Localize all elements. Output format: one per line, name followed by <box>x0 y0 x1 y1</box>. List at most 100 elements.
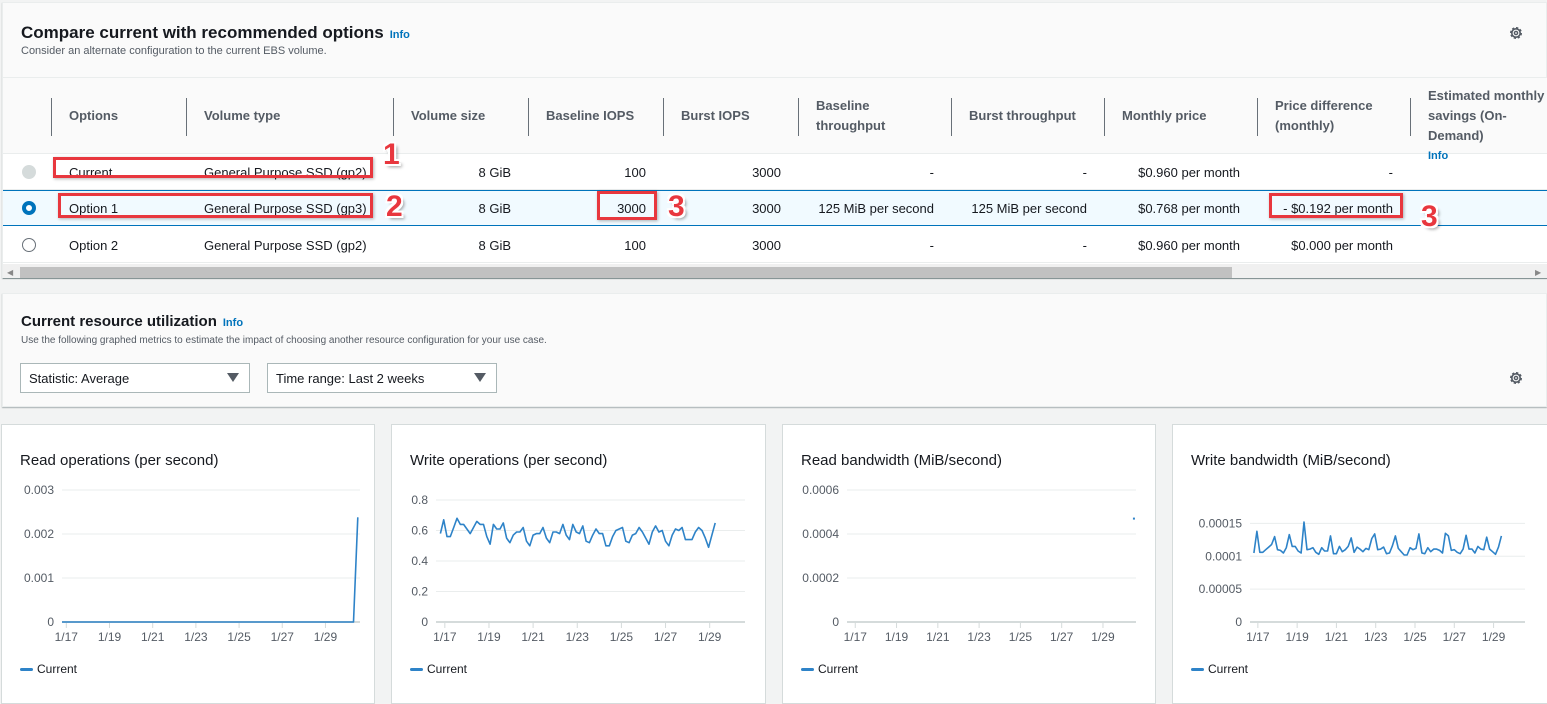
col-baseline-throughput[interactable]: Baseline throughput <box>816 78 916 154</box>
table-row[interactable]: Current General Purpose SSD (gp2) 8 GiB … <box>3 154 1547 190</box>
y-tick-label: 0.4 <box>411 554 428 568</box>
chart-legend[interactable]: Current <box>410 662 467 676</box>
legend-label: Current <box>427 662 468 676</box>
chart-card-read-operations: Read operations (per second) 0 0.001 0.002… <box>1 424 375 704</box>
cell-burst-iops: 3000 <box>752 164 781 180</box>
column-separator <box>51 98 52 136</box>
col-volume-type[interactable]: Volume type <box>204 78 280 154</box>
series-line-current <box>1253 521 1503 556</box>
utilization-panel-title: Current resource utilization Info <box>21 313 243 330</box>
scroll-right-arrow-icon[interactable]: ▶ <box>1535 268 1541 277</box>
scroll-left-arrow-icon[interactable]: ◀ <box>7 268 13 277</box>
compare-panel-title: Compare current with recommended options… <box>21 23 410 43</box>
cell-baseline-throughput: - <box>929 237 934 253</box>
col-monthly-price[interactable]: Monthly price <box>1122 78 1207 154</box>
col-price-difference[interactable]: Price difference (monthly) <box>1275 78 1385 154</box>
legend-label: Current <box>37 662 78 676</box>
cell-baseline-iops: 100 <box>624 237 646 253</box>
col-options[interactable]: Options <box>69 78 118 154</box>
annotation-number-2: 2 <box>386 190 403 223</box>
compare-description: Consider an alternate configuration to t… <box>21 45 327 57</box>
y-tick-label: 0 <box>47 615 54 629</box>
x-tick-label: 1/21 <box>141 630 165 644</box>
x-tick-label: 1/17 <box>433 630 457 644</box>
y-tick-label: 0.001 <box>24 571 54 585</box>
legend-swatch <box>410 667 423 671</box>
y-tick-label: 0.0001 <box>1205 549 1242 563</box>
table-header: Options Volume type Volume size Baseline… <box>3 78 1547 162</box>
x-tick-label: 1/17 <box>1246 630 1270 644</box>
x-tick-label: 1/25 <box>1403 630 1427 644</box>
utilization-title-text: Current resource utilization <box>21 313 217 330</box>
cell-volume-type: General Purpose SSD (gp2) <box>204 237 367 253</box>
cell-burst-iops: 3000 <box>752 237 781 253</box>
cell-price-difference: - <box>1388 164 1393 180</box>
statistic-select[interactable]: Statistic: Average <box>20 363 250 393</box>
col-volume-size[interactable]: Volume size <box>411 78 485 154</box>
x-tick-label: 1/27 <box>1443 630 1467 644</box>
utilization-info-link[interactable]: Info <box>223 317 243 329</box>
y-tick-label: 0 <box>421 615 428 629</box>
y-tick-label: 0.2 <box>411 585 428 599</box>
cell-monthly-price: $0.960 per month <box>1138 237 1240 253</box>
cell-option: Current <box>69 164 113 180</box>
legend-swatch <box>20 667 33 671</box>
time-range-select[interactable]: Time range: Last 2 weeks <box>267 363 497 393</box>
compare-title-text: Compare current with recommended options <box>21 23 384 42</box>
col-baseline-iops[interactable]: Baseline IOPS <box>546 78 634 154</box>
chart-legend[interactable]: Current <box>20 662 77 676</box>
cell-baseline-iops: 100 <box>624 164 646 180</box>
row-radio-option-1[interactable] <box>22 201 36 215</box>
series-line-current <box>439 517 716 549</box>
x-tick-label: 1/27 <box>1050 630 1074 644</box>
col-burst-iops[interactable]: Burst IOPS <box>681 78 750 154</box>
table-row[interactable]: Option 1 General Purpose SSD (gp3) 8 GiB… <box>3 190 1547 226</box>
cell-volume-type: General Purpose SSD (gp2) <box>204 164 367 180</box>
col-burst-throughput[interactable]: Burst throughput <box>969 78 1076 154</box>
x-tick-label: 1/25 <box>227 630 251 644</box>
x-tick-label: 1/19 <box>98 630 122 644</box>
options-table: Options Volume type Volume size Baseline… <box>3 77 1547 279</box>
statistic-select-value: Statistic: Average <box>29 370 130 386</box>
cell-volume-size: 8 GiB <box>478 200 511 216</box>
chart-legend[interactable]: Current <box>1191 662 1248 676</box>
chart-read-bandwidth: 0 0.0002 0.0004 0.0006 1/17 1/19 1/21 1/23 1/25 1… <box>802 483 1136 644</box>
y-tick-label: 0.002 <box>24 527 54 541</box>
y-tick-label: 0.00015 <box>1199 516 1243 530</box>
x-tick-label: 1/19 <box>1285 630 1309 644</box>
x-tick-label: 1/25 <box>1009 630 1033 644</box>
column-separator <box>1257 98 1258 136</box>
settings-gear-icon[interactable] <box>1508 370 1524 386</box>
y-tick-label: 0.003 <box>24 483 54 497</box>
x-tick-label: 1/29 <box>1091 630 1115 644</box>
chart-card-write-bandwidth: Write bandwidth (MiB/second) 0 0.00005 0.0… <box>1172 424 1547 704</box>
y-tick-label: 0.8 <box>411 493 428 507</box>
chart-legend[interactable]: Current <box>801 662 858 676</box>
caret-down-icon <box>474 373 486 382</box>
y-tick-label: 0.0004 <box>802 527 839 541</box>
col-estimated-savings-label: Estimated monthly savings (On-Demand) <box>1428 88 1545 143</box>
x-tick-label: 1/23 <box>1364 630 1388 644</box>
scrollbar-thumb[interactable] <box>20 267 1232 278</box>
x-tick-label: 1/23 <box>184 630 208 644</box>
x-tick-label: 1/19 <box>885 630 909 644</box>
resource-utilization-panel: Current resource utilization Info Use the… <box>2 293 1547 407</box>
column-separator <box>951 98 952 136</box>
y-tick-label: 0.6 <box>411 524 428 538</box>
cell-monthly-price: $0.960 per month <box>1138 164 1240 180</box>
x-tick-label: 1/29 <box>1482 630 1506 644</box>
x-tick-label: 1/27 <box>271 630 295 644</box>
annotation-number-3a: 3 <box>668 190 685 223</box>
row-radio-current <box>22 165 36 179</box>
cell-burst-throughput: 125 MiB per second <box>971 200 1087 216</box>
x-tick-label: 1/17 <box>844 630 868 644</box>
row-radio-option-2[interactable] <box>22 238 36 252</box>
settings-gear-icon[interactable] <box>1508 25 1524 41</box>
chart-write-operations: 0 0.2 0.4 0.6 0.8 1/17 1/19 1/21 1/23 1/25 1/27 1/2… <box>411 493 745 644</box>
horizontal-scrollbar[interactable]: ◀ ▶ <box>3 264 1547 279</box>
utilization-description: Use the following graphed metrics to est… <box>21 335 547 346</box>
table-row[interactable]: Option 2 General Purpose SSD (gp2) 8 GiB… <box>3 227 1547 263</box>
compare-info-link[interactable]: Info <box>390 29 410 41</box>
annotation-number-1: 1 <box>383 138 400 171</box>
column-separator <box>798 98 799 136</box>
